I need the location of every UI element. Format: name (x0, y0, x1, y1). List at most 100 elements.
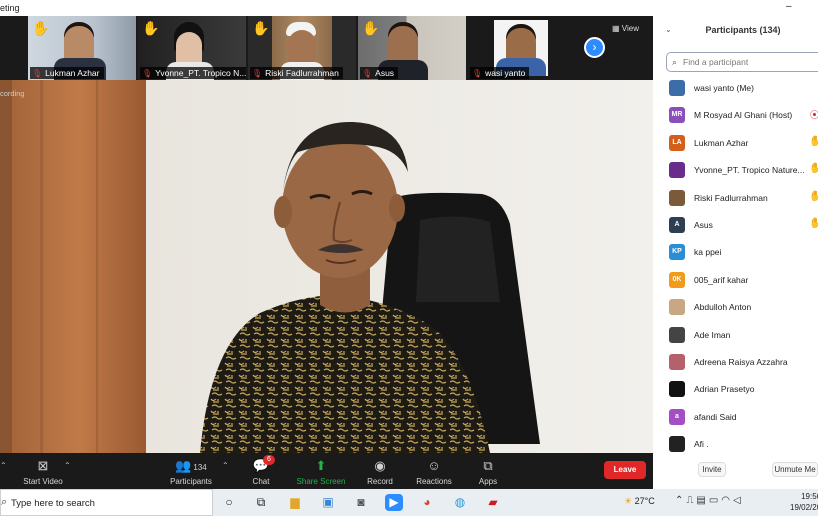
edge-icon[interactable]: ◍ (451, 494, 469, 511)
thumbnail-name: 🎙 Asus (360, 67, 399, 79)
start-video-button[interactable]: ⊠ Start Video (20, 457, 66, 486)
participant-row[interactable]: wasi yanto (Me) (653, 75, 818, 102)
store-icon[interactable]: ▣ (319, 494, 337, 511)
participant-name: wasi yanto (Me) (694, 83, 754, 93)
wifi-icon: ◠ (721, 495, 734, 506)
view-button[interactable]: ▦ View (612, 24, 639, 33)
video-options-caret[interactable]: ⌃ (64, 461, 71, 470)
participant-row[interactable]: Adreena Raisya Azzahra (653, 349, 818, 376)
participant-avatar (669, 326, 685, 343)
app-tray-icon: ▤ (696, 495, 709, 506)
raised-hand-icon: ✋ (809, 218, 818, 229)
usb-icon: ⎍ (686, 495, 697, 506)
taskbar-search-box[interactable]: ⌕ Type here to search (0, 489, 213, 516)
participant-name: Adrian Prasetyo (694, 384, 755, 395)
window-title: eting (0, 3, 20, 13)
chat-badge: 6 (263, 455, 275, 465)
invite-button[interactable]: Invite (698, 462, 726, 477)
chrome-icon[interactable]: ◕ (418, 494, 436, 511)
raised-hand-icon: ✋ (362, 20, 380, 36)
participant-name: 005_arif kahar (694, 274, 749, 285)
participant-row[interactable]: Yvonne_PT. Tropico Nature... ✋ (653, 157, 818, 184)
participant-row[interactable]: Adrian Prasetyo (653, 376, 818, 403)
participant-avatar: 0K (669, 271, 685, 288)
participant-name: Afi . (694, 439, 709, 450)
participant-row[interactable]: LA Lukman Azhar ✋ (653, 130, 818, 157)
volume-icon: ◁ (733, 495, 744, 506)
participant-name: Adreena Raisya Azzahra (694, 357, 788, 367)
participant-row[interactable]: A Asus ✋ (653, 212, 818, 239)
thumbnail-name: 🎙 Riski Fadlurrahman (250, 67, 343, 79)
taskbar-clock[interactable]: 19:56 19/02/20 (790, 491, 818, 513)
participant-thumbnail[interactable]: ✋ 🎙 Lukman Azhar (28, 16, 136, 80)
participant-name: ka ppei (694, 247, 722, 258)
thumbnail-name: 🎙 Yvonne_PT. Tropico N... (140, 67, 246, 79)
participant-row[interactable]: Ade Iman (653, 322, 818, 349)
participant-name: Ade Iman (694, 329, 731, 340)
minimize-button[interactable]: – (786, 1, 792, 12)
participant-thumbnail[interactable]: ✋ 🎙 Riski Fadlurrahman (248, 16, 356, 80)
participant-avatar (669, 189, 685, 206)
participant-row[interactable]: a afandi Said (653, 404, 818, 431)
recording-icon: ⦿ (810, 110, 818, 121)
file-explorer-icon[interactable]: ▆ (286, 494, 304, 511)
participant-thumbnail[interactable]: ✋ 🎙 Asus (358, 16, 466, 80)
participant-row[interactable]: Afi . (653, 431, 818, 458)
weather-sun-icon: ☀ (624, 496, 635, 506)
participant-row[interactable]: Abdulloh Anton (653, 294, 818, 321)
record-icon: ◉ (374, 458, 386, 473)
weather-widget[interactable]: ☀ 27°C (624, 496, 655, 507)
participant-row[interactable]: KP ka ppei (653, 239, 818, 266)
participant-name: Lukman Azhar (694, 137, 749, 148)
participant-avatar (669, 162, 685, 179)
record-button[interactable]: ◉ Record (364, 457, 396, 486)
cortana-icon[interactable]: ○ (220, 494, 238, 511)
chat-button[interactable]: 💬 Chat 6 (246, 455, 276, 486)
participant-search-input[interactable]: ⌕ Find a participant (666, 52, 818, 72)
participant-avatar: a (669, 408, 685, 425)
participants-icon: 👥 134 (175, 458, 207, 473)
participant-avatar: LA (669, 134, 685, 151)
leave-button[interactable]: Leave (604, 461, 646, 479)
muted-mic-icon: 🎙 (142, 69, 153, 78)
next-page-button[interactable]: › (584, 37, 605, 58)
task-view-icon[interactable]: ⧉ (252, 494, 270, 511)
search-icon: ⌕ (1, 496, 8, 508)
participant-avatar: MR (669, 107, 685, 124)
participants-button[interactable]: 👥 134 Participants (168, 457, 214, 486)
system-tray[interactable]: ⌃⎍▤▭◠◁ (675, 495, 744, 506)
participant-avatar: KP (669, 244, 685, 261)
thumbnail-name: 🎙 Lukman Azhar (30, 67, 104, 79)
speaker-video (0, 80, 653, 453)
raised-hand-icon: ✋ (142, 20, 160, 36)
participant-row[interactable]: Riski Fadlurrahman ✋ (653, 185, 818, 212)
thumbnail-name: 🎙 wasi yanto (470, 67, 530, 79)
reactions-button[interactable]: ☺ Reactions (414, 457, 454, 486)
thumbnail-strip: ✋ 🎙 Lukman Azhar ✋ 🎙 Yvonne_PT. Tropico N.… (0, 16, 653, 80)
share-screen-icon: ⬆ (315, 458, 327, 473)
participant-name: M Rosyad Al Ghani (Host) (694, 110, 793, 121)
apps-button[interactable]: ⧉ Apps (474, 457, 502, 486)
muted-mic-icon: 🎙 (362, 69, 373, 78)
video-off-icon: ⊠ (37, 458, 49, 473)
audio-options-caret[interactable]: ⌃ (0, 461, 7, 470)
participant-row[interactable]: 0K 005_arif kahar (653, 267, 818, 294)
title-bar: eting – (0, 0, 818, 16)
participant-avatar (669, 381, 685, 398)
zoom-app-icon[interactable]: ▶ (385, 494, 403, 511)
participant-name: Asus (694, 220, 713, 230)
share-screen-button[interactable]: ⬆ Share Screen (296, 457, 346, 486)
windows-taskbar: ⌕ Type here to search ○ ⧉ ▆ ▣ ◙ ▶ ◕ ◍ ▰ … (0, 489, 818, 516)
raised-hand-icon: ✋ (809, 190, 818, 202)
unmute-me-button[interactable]: Unmute Me (772, 462, 818, 477)
participants-options-caret[interactable]: ⌃ (222, 461, 229, 470)
participant-row[interactable]: MR M Rosyad Al Ghani (Host) ⦿ (653, 102, 818, 129)
participant-thumbnail[interactable]: ✋ 🎙 Yvonne_PT. Tropico N... (138, 16, 246, 80)
participant-thumbnail[interactable]: 🎙 wasi yanto (468, 16, 576, 80)
pdf-reader-icon[interactable]: ▰ (484, 494, 502, 511)
speaker-video-frame (0, 80, 653, 453)
raised-hand-icon: ✋ (809, 163, 818, 175)
camera-icon[interactable]: ◙ (352, 494, 370, 511)
recording-label: cording (0, 89, 25, 98)
search-icon: ⌕ (672, 57, 678, 67)
